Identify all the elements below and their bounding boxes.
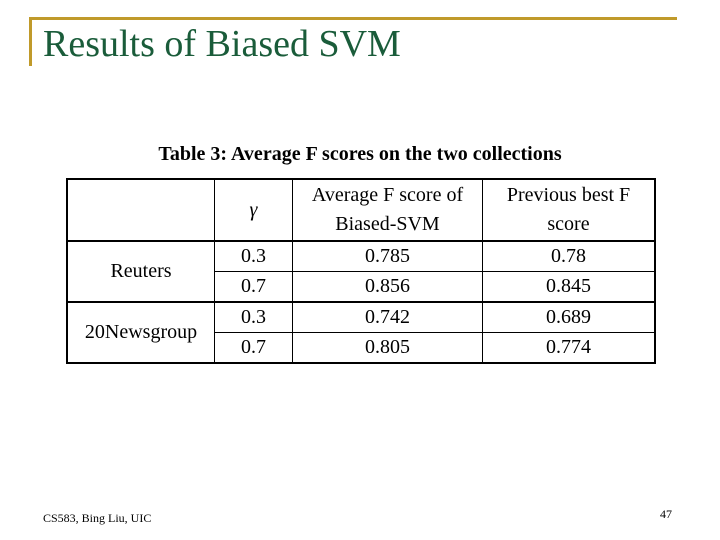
previous-best-cell: 0.78: [482, 240, 656, 272]
table-row: 20Newsgroup 0.3 0.742 0.689: [66, 301, 656, 364]
previous-best-cell: 0.774: [482, 332, 656, 364]
previous-best-cell: 0.845: [482, 271, 656, 303]
biased-svm-cell: 0.856: [292, 271, 483, 303]
table-header-row: γ Average F score of Biased-SVM Previous…: [66, 178, 656, 242]
header-previous-best-line2: score: [547, 213, 590, 235]
title-top-rule: [29, 17, 677, 20]
header-biased-svm-line2: Biased-SVM: [335, 213, 440, 235]
biased-svm-cell: 0.742: [292, 301, 483, 333]
results-table: γ Average F score of Biased-SVM Previous…: [66, 178, 656, 364]
gamma-cell: 0.7: [214, 271, 293, 303]
slide-title: Results of Biased SVM: [43, 23, 401, 65]
collection-cell: 20Newsgroup: [66, 301, 215, 364]
gamma-cell: 0.7: [214, 332, 293, 364]
biased-svm-cell: 0.805: [292, 332, 483, 364]
collection-cell: Reuters: [66, 240, 215, 303]
header-empty-cell: [66, 178, 215, 242]
header-biased-svm-line1: Average F score of: [311, 184, 464, 206]
header-biased-svm: Average F score of Biased-SVM: [292, 178, 483, 242]
biased-svm-cell: 0.785: [292, 240, 483, 272]
header-previous-best: Previous best F score: [482, 178, 656, 242]
footer-credit: CS583, Bing Liu, UIC: [43, 511, 152, 525]
table-row: Reuters 0.3 0.785 0.78: [66, 240, 656, 303]
previous-best-cell: 0.689: [482, 301, 656, 333]
gamma-cell: 0.3: [214, 301, 293, 333]
title-left-rule: [29, 17, 32, 66]
header-gamma: γ: [214, 178, 293, 242]
table-caption: Table 3: Average F scores on the two col…: [158, 143, 562, 165]
header-previous-best-line1: Previous best F: [506, 184, 631, 206]
gamma-cell: 0.3: [214, 240, 293, 272]
page-number: 47: [660, 507, 672, 521]
